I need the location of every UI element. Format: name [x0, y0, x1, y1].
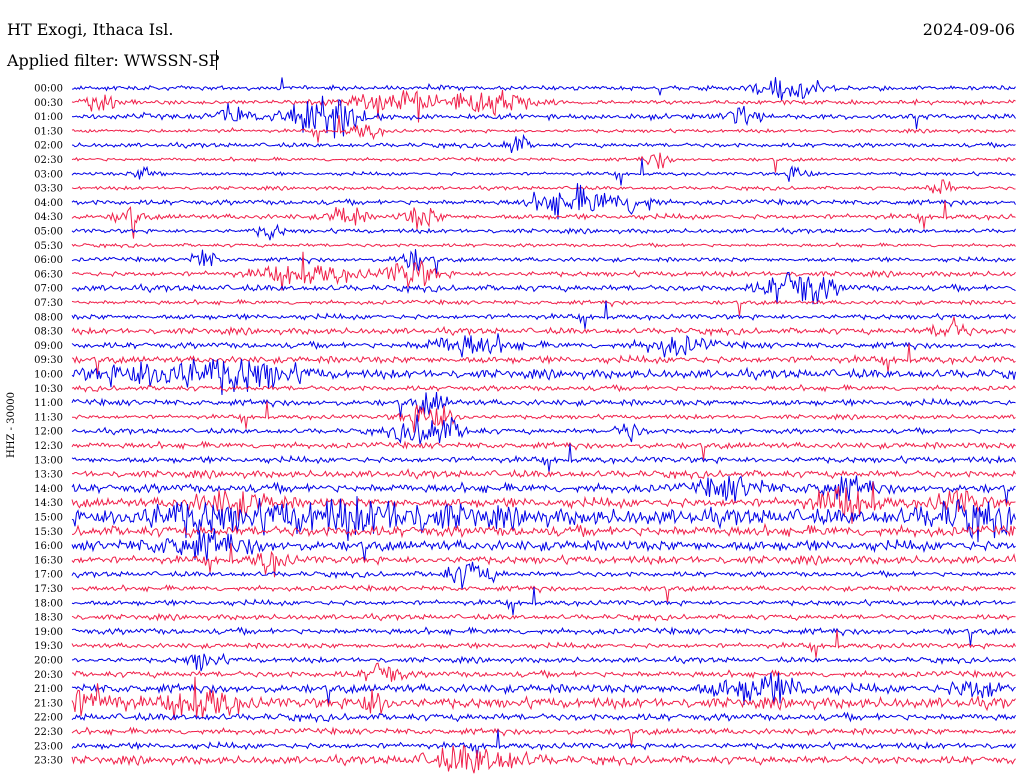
time-label-1830: 18:30 — [34, 613, 63, 624]
time-label-0830: 08:30 — [34, 327, 63, 338]
time-label-0900: 09:00 — [34, 341, 63, 352]
time-label-1530: 15:30 — [34, 527, 63, 538]
trace-line-0530 — [71, 242, 1016, 249]
time-label-0100: 01:00 — [34, 112, 63, 123]
trace-line-1600 — [71, 528, 1016, 562]
trace-line-0500 — [71, 223, 1016, 241]
time-label-1230: 12:30 — [34, 441, 63, 452]
time-label-0530: 05:30 — [34, 241, 63, 252]
time-label-0130: 01:30 — [34, 126, 63, 137]
trace-line-1230 — [71, 440, 1016, 460]
time-label-0700: 07:00 — [34, 284, 63, 295]
trace-line-0630 — [72, 251, 1016, 291]
time-label-2330: 23:30 — [34, 756, 63, 767]
trace-line-2030 — [71, 662, 1016, 682]
time-label-0630: 06:30 — [34, 269, 63, 280]
trace-line-0600 — [71, 249, 1016, 274]
time-label-1900: 19:00 — [34, 627, 63, 638]
time-label-1330: 13:30 — [34, 470, 63, 481]
trace-line-1200 — [71, 414, 1016, 445]
time-label-1130: 11:30 — [34, 412, 63, 423]
time-label-1000: 10:00 — [34, 370, 63, 381]
time-label-0930: 09:30 — [34, 355, 63, 366]
time-label-0430: 04:30 — [34, 212, 63, 223]
trace-line-0430 — [71, 200, 1016, 239]
time-label-1200: 12:00 — [34, 427, 63, 438]
trace-line-1700 — [71, 561, 1016, 590]
time-label-2130: 21:30 — [34, 698, 63, 709]
trace-line-0830 — [71, 316, 1016, 338]
time-label-2100: 21:00 — [34, 684, 63, 695]
trace-line-0230 — [71, 152, 1016, 173]
trace-line-2130 — [71, 676, 1016, 721]
time-label-0400: 04:00 — [34, 198, 63, 209]
trace-line-0200 — [71, 133, 1016, 154]
y-axis-label: HHZ - 30000 — [6, 392, 17, 458]
trace-line-1730 — [71, 584, 1016, 603]
trace-line-0300 — [71, 158, 1016, 186]
time-label-1100: 11:00 — [34, 398, 63, 409]
time-label-0300: 03:00 — [34, 169, 63, 180]
time-label-2200: 22:00 — [34, 713, 63, 724]
time-label-1500: 15:00 — [34, 513, 63, 524]
trace-group — [71, 77, 1016, 774]
time-label-0730: 07:30 — [34, 298, 63, 309]
trace-line-1300 — [71, 443, 1016, 473]
time-label-0000: 00:00 — [34, 84, 63, 95]
trace-line-0000 — [71, 77, 1016, 101]
trace-line-2330 — [71, 744, 1016, 774]
time-label-0330: 03:30 — [34, 184, 63, 195]
helicorder-chart: 00:00 00:30 01:00 01:30 02:00 02:30 03:00 03:30… — [6, 77, 1016, 774]
time-label-1630: 16:30 — [34, 555, 63, 566]
time-label-1730: 17:30 — [34, 584, 63, 595]
time-label-0230: 02:30 — [34, 155, 63, 166]
trace-line-1330 — [71, 468, 1016, 481]
trace-line-0800 — [71, 300, 1016, 329]
time-label-1800: 18:00 — [34, 598, 63, 609]
trace-line-1930 — [71, 629, 1016, 658]
trace-line-0900 — [71, 333, 1016, 358]
time-label-1700: 17:00 — [34, 570, 63, 581]
time-label-1930: 19:30 — [34, 641, 63, 652]
time-label-0200: 02:00 — [34, 141, 63, 152]
time-tick-labels: 00:00 00:30 01:00 01:30 02:00 02:30 03:00 03:30… — [34, 84, 63, 767]
time-label-1600: 16:00 — [34, 541, 63, 552]
time-label-0030: 00:30 — [34, 98, 63, 109]
trace-line-1030 — [71, 383, 1016, 393]
trace-line-1830 — [71, 612, 1016, 623]
trace-line-1100 — [71, 391, 1016, 417]
trace-line-2230 — [71, 726, 1016, 746]
time-label-2030: 20:30 — [34, 670, 63, 681]
time-label-0800: 08:00 — [34, 312, 63, 323]
trace-line-1900 — [71, 626, 1016, 646]
trace-line-0130 — [71, 115, 1016, 143]
time-label-1300: 13:00 — [34, 455, 63, 466]
trace-line-0330 — [71, 179, 1016, 194]
trace-line-0730 — [71, 298, 1016, 316]
time-label-0500: 05:00 — [34, 227, 63, 238]
trace-line-1800 — [71, 586, 1016, 615]
trace-line-0930 — [71, 343, 1016, 375]
trace-line-0700 — [71, 271, 1016, 305]
time-label-0600: 06:00 — [34, 255, 63, 266]
trace-line-1130 — [71, 401, 1016, 433]
time-label-1030: 10:30 — [34, 384, 63, 395]
time-label-1400: 14:00 — [34, 484, 63, 495]
time-label-2000: 20:00 — [34, 656, 63, 667]
trace-line-2300 — [71, 729, 1016, 759]
time-label-2230: 22:30 — [34, 727, 63, 738]
trace-line-2000 — [71, 652, 1016, 672]
time-label-1430: 14:30 — [34, 498, 63, 509]
time-label-2300: 23:00 — [34, 741, 63, 752]
trace-line-2200 — [71, 711, 1016, 724]
